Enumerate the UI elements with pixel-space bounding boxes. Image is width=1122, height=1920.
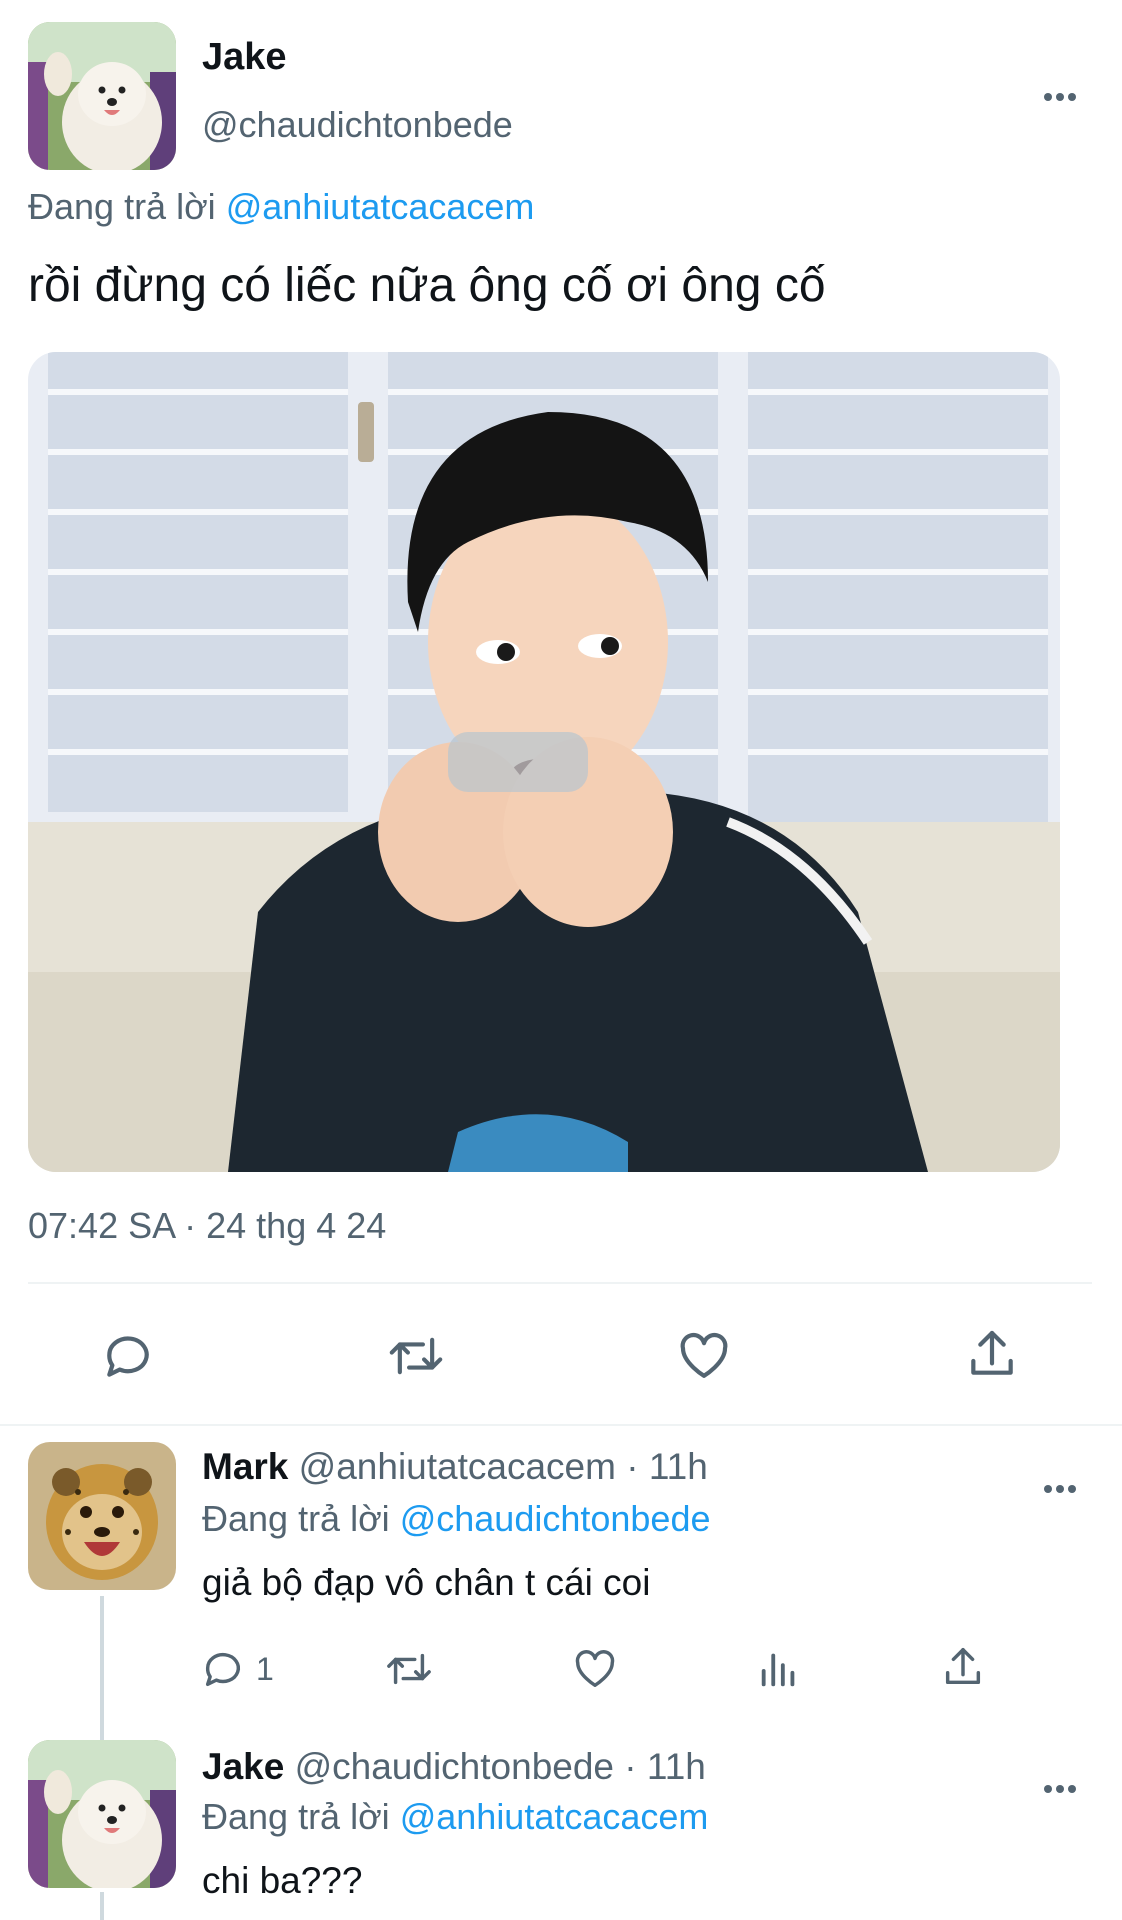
retweet-icon[interactable] (384, 1646, 434, 1692)
retweet-icon[interactable] (386, 1328, 446, 1384)
reply-header: Mark @anhiutatcacacem · 11h (202, 1446, 708, 1488)
divider (0, 1424, 1122, 1426)
samoyed-avatar-image (28, 1740, 176, 1888)
reply-prefix: Đang trả lời (202, 1796, 390, 1837)
reply-to-link[interactable]: @anhiutatcacacem (226, 186, 535, 227)
reply-count: 1 (256, 1650, 274, 1687)
author-name[interactable]: Jake (202, 36, 287, 79)
author-name[interactable]: Jake (202, 1746, 284, 1787)
cheetah-avatar-image (28, 1442, 176, 1590)
share-icon[interactable] (940, 1644, 986, 1690)
reply-header: Jake @chaudichtonbede · 11h (202, 1746, 706, 1788)
thread-line (100, 1892, 104, 1920)
reply-context: Đang trả lời @chaudichtonbede (202, 1498, 710, 1540)
reply-context: Đang trả lời @anhiutatcacacem (202, 1796, 708, 1838)
like-icon[interactable] (676, 1328, 732, 1384)
more-options-icon[interactable] (1042, 1460, 1078, 1500)
tweet-text: rồi đừng có liếc nữa ông cố ơi ông cố (28, 259, 826, 312)
like-icon[interactable] (572, 1646, 618, 1692)
samoyed-avatar-image (28, 22, 176, 170)
reply-icon[interactable] (100, 1328, 156, 1384)
reply-icon (205, 1652, 241, 1687)
tweet-photo (28, 352, 1060, 1172)
reply-prefix: Đang trả lời (202, 1498, 390, 1539)
share-icon[interactable] (964, 1326, 1020, 1382)
author-handle[interactable]: @chaudichtonbede · 11h (295, 1746, 706, 1787)
author-handle[interactable]: @anhiutatcacacem · 11h (299, 1446, 708, 1487)
author-handle[interactable]: @chaudichtonbede (202, 104, 513, 146)
reply-context: Đang trả lời @anhiutatcacacem (28, 186, 534, 228)
more-options-icon[interactable] (1042, 1760, 1078, 1800)
author-name[interactable]: Mark (202, 1446, 288, 1487)
author-avatar[interactable] (28, 22, 176, 170)
reply-to-link[interactable]: @anhiutatcacacem (400, 1796, 709, 1837)
reply-prefix: Đang trả lời (28, 186, 216, 227)
divider (28, 1282, 1092, 1284)
thread-line (100, 1596, 104, 1746)
author-avatar[interactable] (28, 1740, 176, 1888)
tweet-timestamp[interactable]: 07:42 SA · 24 thg 4 24 (28, 1205, 386, 1247)
author-avatar[interactable] (28, 1442, 176, 1590)
reply-to-link[interactable]: @chaudichtonbede (400, 1498, 711, 1539)
tweet-text: giả bộ đạp vô chân t cái coi (202, 1562, 651, 1603)
more-options-icon[interactable] (1042, 68, 1078, 108)
tweet-text: chi ba??? (202, 1860, 363, 1901)
reply-action[interactable]: 1 (200, 1646, 274, 1692)
views-icon[interactable] (756, 1646, 802, 1692)
tweet-media[interactable] (28, 352, 1060, 1172)
